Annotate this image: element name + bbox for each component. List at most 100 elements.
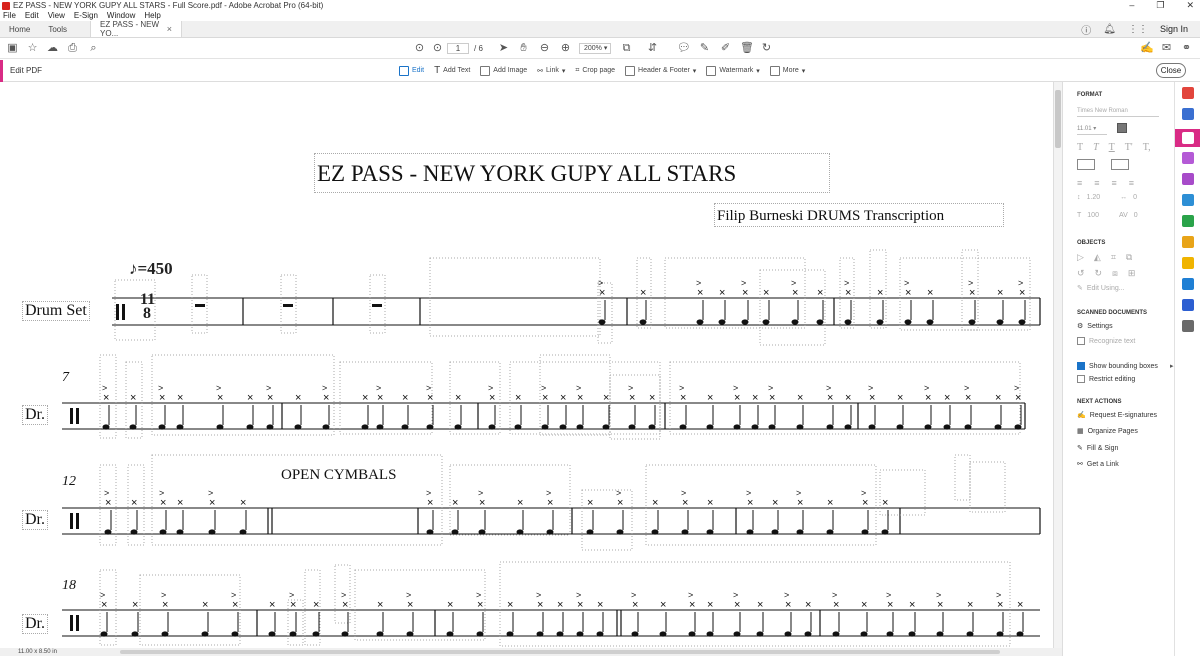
page-number-input[interactable]: 1 (447, 43, 469, 54)
print-icon[interactable]: ⎙ (66, 42, 79, 55)
page-tools-icon[interactable]: ⧉ (620, 42, 633, 55)
link-button[interactable]: ⚯ Link ▾ (537, 65, 565, 76)
score-subtitle[interactable]: Filip Burneski DRUMS Transcription (714, 203, 1004, 227)
tab-tools[interactable]: Tools (39, 21, 76, 37)
fill-sign-rail-icon[interactable] (1182, 173, 1194, 185)
align-right-icon[interactable]: ≡ (1112, 178, 1117, 188)
organize-pages-rail-icon[interactable] (1182, 215, 1194, 227)
action-fill-sign[interactable]: ✎ Fill & Sign (1077, 444, 1118, 453)
italic-icon[interactable]: T (1093, 142, 1099, 153)
highlight-icon[interactable]: ✐ (719, 42, 732, 55)
watermark-button[interactable]: Watermark ▾ (706, 65, 760, 76)
restore-button[interactable]: ❐ (1156, 0, 1164, 11)
next-page-icon[interactable]: ⊙ (431, 42, 444, 55)
font-size-select[interactable]: 11.01 ▾ (1077, 123, 1107, 135)
prev-page-icon[interactable]: ⊙ (413, 42, 426, 55)
instrument-name-short[interactable]: Dr. (22, 614, 48, 634)
delete-icon[interactable]: 🗑︎ (740, 42, 754, 55)
char-spacing-value[interactable]: 0 (1133, 194, 1137, 201)
zoom-out-icon[interactable]: ⊖ (538, 42, 551, 55)
vertical-scrollbar[interactable] (1053, 82, 1062, 648)
close-edit-button[interactable]: Close (1156, 63, 1186, 78)
action-request-esignatures[interactable]: ✍ Request E-signatures (1077, 411, 1157, 420)
upload-cloud-icon[interactable]: ☁ (46, 42, 59, 55)
arrange-icon[interactable]: ▷ (1077, 252, 1084, 263)
scroll-mode-icon[interactable]: ⇵ (646, 42, 659, 55)
more-button[interactable]: More ▾ (769, 65, 805, 76)
hand-tool-icon[interactable]: ✋︎ (517, 42, 530, 55)
sign-in-link[interactable]: Sign In (1160, 24, 1188, 34)
numbered-list-icon[interactable] (1111, 159, 1129, 170)
zoom-in-icon[interactable]: ⊕ (559, 42, 572, 55)
search-icon[interactable]: ⌕ (87, 42, 100, 55)
group-icon[interactable]: ⧈ (1112, 268, 1118, 279)
collapse-panel-icon[interactable]: ▸ (1170, 362, 1174, 370)
font-family-select[interactable]: Times New Roman (1077, 105, 1159, 117)
crop-object-icon[interactable]: ⌗ (1111, 252, 1116, 263)
show-bounding-boxes-checkbox[interactable] (1077, 362, 1085, 370)
instrument-name-full[interactable]: Drum Set (22, 301, 90, 321)
kerning-value[interactable]: 0 (1134, 212, 1138, 219)
action-organize-pages[interactable]: ▦ Organize Pages (1077, 427, 1138, 436)
edit-pdf-icon[interactable] (1182, 132, 1194, 144)
recognize-text-checkbox[interactable] (1077, 337, 1085, 345)
font-color-swatch[interactable] (1117, 123, 1127, 133)
more-tools-icon[interactable] (1182, 320, 1194, 332)
measure-number[interactable]: 12 (62, 474, 76, 490)
horizontal-scroll-thumb[interactable] (120, 650, 1000, 654)
sign-icon[interactable]: ✍ (1140, 42, 1154, 55)
scan-ocr-icon[interactable] (1182, 278, 1194, 290)
scroll-thumb[interactable] (1055, 90, 1061, 148)
export-pdf-icon[interactable] (1182, 194, 1194, 206)
close-window-button[interactable]: ✕ (1186, 0, 1194, 11)
close-tab-icon[interactable]: × (167, 24, 172, 34)
tab-document[interactable]: EZ PASS - NEW YO... × (90, 20, 183, 38)
comment-rail-icon[interactable] (1182, 257, 1194, 269)
align-left-icon[interactable]: ≡ (1077, 178, 1082, 188)
instrument-name-short[interactable]: Dr. (22, 510, 48, 530)
justify-icon[interactable]: ≡ (1129, 178, 1134, 188)
show-bounding-boxes-row[interactable]: Show bounding boxes (1077, 362, 1158, 370)
instrument-name-short[interactable]: Dr. (22, 405, 48, 425)
tempo-marking[interactable]: ♪=450 (129, 256, 183, 282)
open-cymbals-text[interactable]: OPEN CYMBALS (281, 467, 396, 484)
header-footer-button[interactable]: Header & Footer ▾ (625, 65, 696, 76)
text-style-icon[interactable]: T (1077, 142, 1083, 153)
measure-number[interactable]: 7 (62, 370, 69, 386)
comment-icon[interactable]: 💬︎ (677, 42, 691, 55)
score-title[interactable]: EZ PASS - NEW YORK GUPY ALL STARS (314, 153, 830, 193)
pen-icon[interactable]: ✎ (698, 42, 711, 55)
rotate-icon[interactable]: ↻ (760, 42, 773, 55)
restrict-editing-row[interactable]: Restrict editing (1077, 375, 1135, 383)
edit-tool-button[interactable]: Edit (399, 65, 424, 76)
underline-icon[interactable]: T (1109, 142, 1115, 153)
select-cursor-icon[interactable]: ➤ (497, 42, 510, 55)
scale-value[interactable]: 100 (1087, 212, 1099, 219)
add-image-button[interactable]: Add Image (480, 65, 527, 76)
superscript-icon[interactable]: T' (1125, 142, 1133, 153)
add-text-button[interactable]: T Add Text (434, 65, 470, 76)
action-get-link[interactable]: ⚯ Get a Link (1077, 460, 1119, 469)
crop-page-button[interactable]: ⌗ Crop page (575, 65, 615, 76)
send-for-comments-icon[interactable] (1182, 236, 1194, 248)
email-icon[interactable]: ✉ (1160, 42, 1173, 55)
protect-icon[interactable] (1182, 299, 1194, 311)
restrict-editing-checkbox[interactable] (1077, 375, 1085, 383)
measure-number[interactable]: 18 (62, 578, 76, 594)
line-spacing-value[interactable]: 1.20 (1087, 194, 1101, 201)
align-center-icon[interactable]: ≡ (1094, 178, 1099, 188)
align-objects-icon[interactable]: ⊞ (1128, 268, 1136, 279)
minimize-button[interactable]: – (1129, 0, 1134, 11)
menu-view[interactable]: View (48, 11, 65, 21)
rotate-left-icon[interactable]: ↺ (1077, 268, 1085, 279)
recognize-text-row[interactable]: Recognize text (1077, 337, 1135, 345)
tab-home[interactable]: Home (0, 21, 39, 37)
help-icon[interactable]: ⓘ (1081, 22, 1091, 37)
time-signature[interactable]: 11 8 (140, 292, 155, 322)
subscript-icon[interactable]: T, (1143, 142, 1151, 153)
bookmark-star-icon[interactable]: ☆ (26, 42, 39, 55)
flip-icon[interactable]: ◭ (1094, 252, 1101, 263)
replace-icon[interactable]: ⧉ (1126, 252, 1132, 263)
menu-file[interactable]: File (3, 11, 16, 21)
menu-edit[interactable]: Edit (25, 11, 39, 21)
